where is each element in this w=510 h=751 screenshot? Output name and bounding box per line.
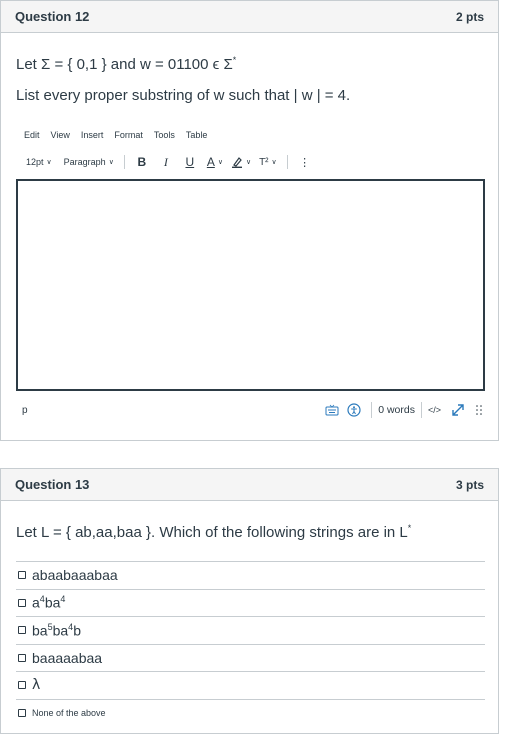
statusbar-divider xyxy=(371,402,373,418)
menu-table[interactable]: Table xyxy=(186,130,208,140)
accessibility-icon[interactable] xyxy=(347,403,361,417)
statusbar-right: 0 words </> xyxy=(325,402,485,418)
editor-statusbar: p 0 words </> xyxy=(16,400,485,420)
html-editor-toggle[interactable]: </> xyxy=(428,405,441,415)
chevron-down-icon: ∨ xyxy=(245,159,252,166)
word-count: 0 words xyxy=(378,404,415,416)
answer-checkbox[interactable] xyxy=(18,653,26,662)
block-format-select[interactable]: Paragraph ∨ xyxy=(64,157,114,167)
answer-list: abaabaaabaa a4ba4 ba5ba4b baaaaabaa λ No… xyxy=(16,561,485,726)
resize-handle-icon[interactable] xyxy=(475,404,483,416)
answer-label: abaabaaabaa xyxy=(32,567,118,584)
answer-checkbox[interactable] xyxy=(18,681,26,690)
menu-format[interactable]: Format xyxy=(114,130,143,140)
statusbar-divider xyxy=(420,402,422,418)
italic-button[interactable]: I xyxy=(159,155,173,170)
question-points: 3 pts xyxy=(455,477,484,492)
rich-text-editor-area[interactable] xyxy=(16,179,485,391)
fullscreen-icon[interactable] xyxy=(451,403,465,417)
font-size-select[interactable]: 12pt ∨ xyxy=(26,157,52,167)
answer-option[interactable]: ba5ba4b xyxy=(16,616,485,644)
underline-button[interactable]: U xyxy=(183,155,197,169)
chevron-down-icon: ∨ xyxy=(217,159,223,166)
more-options-icon[interactable]: ⋮ xyxy=(298,156,312,169)
answer-label: baaaaabaa xyxy=(32,649,103,666)
question-text-line-1: Let Σ = { 0,1 } and w = 01100 ϵ Σ* xyxy=(16,55,237,73)
answer-checkbox[interactable] xyxy=(18,708,26,717)
highlighter-icon xyxy=(231,157,242,168)
question-13-card: Question 13 3 pts Let L = { ab,aa,baa }.… xyxy=(0,468,499,734)
answer-checkbox[interactable] xyxy=(18,571,26,580)
answer-option[interactable]: baaaaabaa xyxy=(16,643,485,672)
answer-checkbox[interactable] xyxy=(18,626,26,635)
answer-checkbox[interactable] xyxy=(18,598,26,607)
question-12-card: Question 12 2 pts Let Σ = { 0,1 } and w … xyxy=(0,0,499,441)
answer-option[interactable]: abaabaaabaa xyxy=(16,561,485,589)
answer-label: ba5ba4b xyxy=(32,621,81,639)
question-title: Question 12 xyxy=(15,9,90,24)
menu-view[interactable]: View xyxy=(51,130,70,140)
chevron-down-icon: ∨ xyxy=(46,159,52,166)
answer-option[interactable]: a4ba4 xyxy=(16,588,485,617)
question-header: Question 12 2 pts xyxy=(1,1,498,33)
menu-edit[interactable]: Edit xyxy=(24,130,40,140)
question-title: Question 13 xyxy=(15,477,90,492)
editor-toolbar: 12pt ∨ Paragraph ∨ B I U A ∨ ∨ T² ∨ ⋮ xyxy=(26,154,322,170)
element-path[interactable]: p xyxy=(22,405,28,416)
answer-option[interactable]: λ xyxy=(16,671,485,699)
question-points: 2 pts xyxy=(455,9,484,24)
superscript-button[interactable]: T² ∨ xyxy=(259,157,277,168)
question-text-line-2: List every proper substring of w such th… xyxy=(16,87,351,104)
question-header: Question 13 3 pts xyxy=(1,469,498,501)
question-text: Let L = { ab,aa,baa }. Which of the foll… xyxy=(16,523,412,541)
chevron-down-icon: ∨ xyxy=(271,159,277,166)
toolbar-divider xyxy=(123,155,125,169)
menu-tools[interactable]: Tools xyxy=(154,130,175,140)
answer-label: None of the above xyxy=(32,707,106,718)
answer-label: λ xyxy=(32,677,41,694)
toolbar-divider xyxy=(286,155,288,169)
highlight-color-button[interactable]: ∨ xyxy=(231,156,251,168)
menu-insert[interactable]: Insert xyxy=(81,130,104,140)
editor-menubar: Edit View Insert Format Tools Table xyxy=(24,130,218,140)
chevron-down-icon: ∨ xyxy=(108,159,114,166)
answer-label: a4ba4 xyxy=(32,594,66,612)
answer-option[interactable]: None of the above xyxy=(16,698,485,727)
bold-button[interactable]: B xyxy=(135,155,149,169)
keyboard-icon[interactable] xyxy=(325,404,339,416)
text-color-button[interactable]: A ∨ xyxy=(207,155,223,169)
